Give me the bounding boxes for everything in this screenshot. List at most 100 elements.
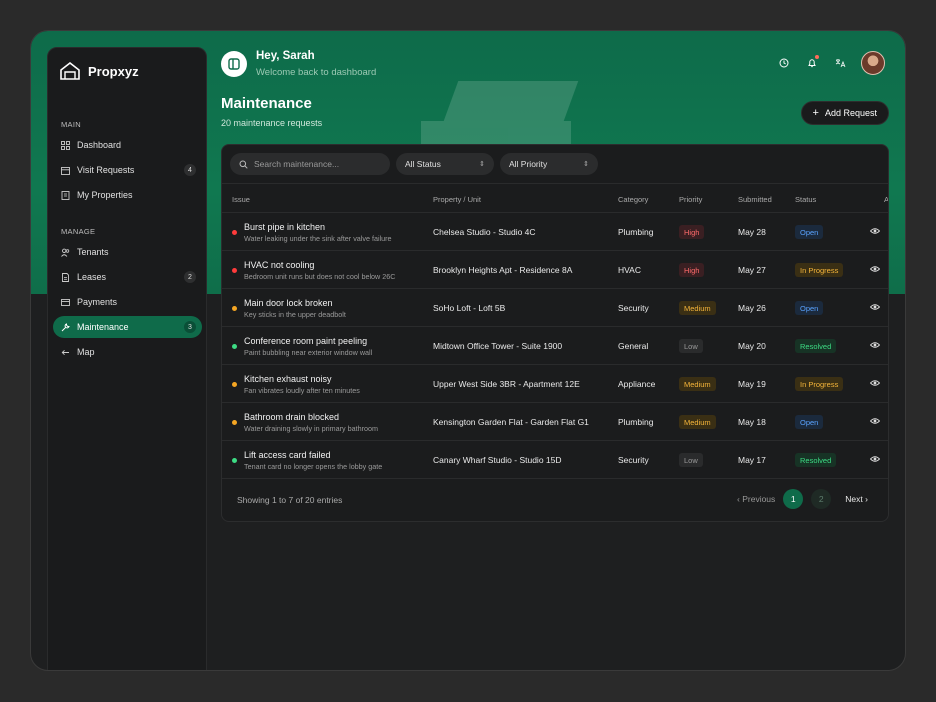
page-button-2[interactable]: 2	[811, 489, 832, 509]
next-label: Next	[845, 494, 863, 504]
column-header-category: Category	[618, 195, 649, 204]
sidebar-item-maintenance[interactable]: Maintenance 3	[53, 316, 202, 338]
priority-badge: Low	[679, 453, 703, 467]
search-placeholder: Search maintenance...	[254, 159, 340, 169]
sidebar-item-map[interactable]: Map	[53, 341, 202, 363]
calendar-icon	[61, 166, 70, 175]
submitted-date: May 20	[738, 341, 766, 351]
add-request-button[interactable]: + Add Request	[800, 101, 889, 125]
entries-info: Showing 1 to 7 of 20 entries	[237, 495, 343, 505]
view-eye-icon[interactable]	[870, 264, 880, 274]
view-eye-icon[interactable]	[870, 454, 880, 464]
issue-title: Bathroom drain blocked	[244, 412, 340, 422]
table-row[interactable]: Burst pipe in kitchen Water leaking unde…	[222, 213, 888, 251]
sidebar-item-label: Tenants	[77, 247, 109, 257]
document-icon	[61, 272, 70, 282]
status-badge: Open	[795, 225, 824, 239]
sidebar-item-my-properties[interactable]: My Properties	[53, 184, 202, 206]
table-footer: Showing 1 to 7 of 20 entries ‹ Previous …	[222, 479, 888, 521]
issue-description: Water draining slowly in primary bathroo…	[244, 424, 378, 433]
add-request-label: Add Request	[824, 108, 877, 118]
priority-badge: High	[679, 225, 705, 239]
category: Security	[618, 455, 649, 465]
issue-description: Paint bubbling near exterior window wall	[244, 348, 373, 357]
previous-label: Previous	[742, 494, 776, 504]
sidebar-item-label: Dashboard	[77, 140, 122, 150]
priority-dot	[232, 230, 237, 235]
app-name: Propxyz	[88, 63, 139, 79]
clock-icon[interactable]	[777, 56, 791, 70]
category: General	[618, 341, 649, 351]
priority-filter-select[interactable]: All Priority ⇕	[500, 153, 598, 175]
building-icon	[61, 190, 70, 200]
brand: Propxyz	[60, 62, 139, 80]
page-subtitle: 20 maintenance requests	[221, 118, 323, 128]
sidebar-item-label: My Properties	[77, 190, 133, 200]
sidebar-item-label: Leases	[77, 272, 107, 282]
issue-description: Tenant card no longer opens the lobby ga…	[244, 462, 383, 471]
search-input[interactable]: Search maintenance...	[230, 153, 390, 175]
table-row[interactable]: Main door lock broken Key sticks in the …	[222, 289, 888, 327]
priority-dot	[232, 268, 237, 273]
sidebar-item-leases[interactable]: Leases 2	[53, 266, 202, 288]
submitted-date: May 19	[738, 379, 766, 389]
submitted-date: May 17	[738, 455, 766, 465]
issue-description: Bedroom unit runs but does not cool belo…	[244, 272, 396, 281]
category: Plumbing	[618, 417, 654, 427]
chevron-updown-icon: ⇕	[479, 161, 485, 168]
issue-title: Conference room paint peeling	[244, 336, 368, 346]
sidebar: Propxyz MAIN Dashboard Visit Requests 4 …	[47, 47, 207, 670]
chevron-left-icon: ‹	[737, 494, 740, 504]
view-eye-icon[interactable]	[870, 340, 880, 350]
status-filter-select[interactable]: All Status ⇕	[396, 153, 494, 175]
sidebar-item-tenants[interactable]: Tenants	[53, 241, 202, 263]
property-unit: Kensington Garden Flat - Garden Flat G1	[433, 417, 589, 427]
bell-icon[interactable]	[805, 55, 819, 70]
wrench-icon	[61, 322, 70, 332]
priority-dot	[232, 306, 237, 311]
page-button-1[interactable]: 1	[783, 489, 804, 509]
view-eye-icon[interactable]	[870, 302, 880, 312]
card-icon	[61, 298, 70, 307]
maintenance-table-card: Search maintenance... All Status ⇕ All P…	[221, 144, 889, 522]
priority-dot	[232, 420, 237, 425]
priority-dot	[232, 344, 237, 349]
column-header-property: Property / Unit	[433, 195, 481, 204]
pagination: ‹ Previous 1 2 Next ›	[737, 489, 868, 509]
submitted-date: May 18	[738, 417, 766, 427]
count-badge: 2	[184, 271, 196, 283]
app-window: Propxyz MAIN Dashboard Visit Requests 4 …	[30, 30, 906, 671]
property-unit: Midtown Office Tower - Suite 1900	[433, 341, 563, 351]
view-eye-icon[interactable]	[870, 378, 880, 388]
submitted-date: May 26	[738, 303, 766, 313]
arrow-left-icon	[61, 348, 70, 357]
view-eye-icon[interactable]	[870, 416, 880, 426]
notification-dot	[815, 55, 819, 59]
table-row[interactable]: Kitchen exhaust noisy Fan vibrates loudl…	[222, 365, 888, 403]
sidebar-item-payments[interactable]: Payments	[53, 291, 202, 313]
sidebar-item-visit-requests[interactable]: Visit Requests 4	[53, 159, 202, 181]
priority-badge: Medium	[679, 301, 716, 315]
table-row[interactable]: Bathroom drain blocked Water draining sl…	[222, 403, 888, 441]
panel-icon	[228, 58, 240, 70]
avatar[interactable]	[861, 51, 885, 75]
table-row[interactable]: HVAC not cooling Bedroom unit runs but d…	[222, 251, 888, 289]
submitted-date: May 27	[738, 265, 766, 275]
table-row[interactable]: Lift access card failed Tenant card no l…	[222, 441, 888, 479]
previous-button[interactable]: ‹ Previous	[737, 494, 775, 504]
column-header-submitted: Submitted	[738, 195, 772, 204]
table-row[interactable]: Conference room paint peeling Paint bubb…	[222, 327, 888, 365]
section-label-main: MAIN	[61, 120, 81, 129]
count-badge: 4	[184, 164, 196, 176]
category: Appliance	[618, 379, 656, 389]
translate-icon[interactable]	[833, 56, 847, 70]
next-button[interactable]: Next ›	[845, 494, 868, 504]
sidebar-toggle-button[interactable]	[221, 51, 247, 77]
sidebar-item-dashboard[interactable]: Dashboard	[53, 134, 202, 156]
priority-dot	[232, 458, 237, 463]
category: Plumbing	[618, 227, 654, 237]
view-eye-icon[interactable]	[870, 226, 880, 236]
section-label-manage: MANAGE	[61, 227, 96, 236]
issue-title: HVAC not cooling	[244, 260, 315, 270]
count-badge: 3	[184, 321, 196, 333]
